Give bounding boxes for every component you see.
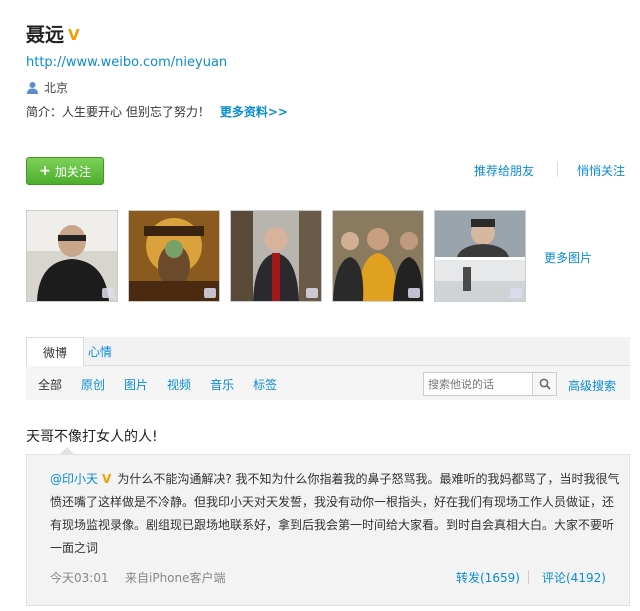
location: 北京 — [26, 79, 68, 96]
post-source: 来自iPhone客户端 — [125, 571, 226, 585]
repost-content: @印小天 V 为什么不能沟通解决? 我不知为什么你指着我的鼻子怒骂我。最难听的我妈都… — [50, 468, 620, 560]
profile-name: 聂远 V — [26, 20, 80, 47]
repost-text: 为什么不能沟通解决? 我不知为什么你指着我的鼻子怒骂我。最难听的我妈都骂了，当时… — [50, 472, 620, 555]
recommend-link[interactable]: 推荐给朋友 — [474, 162, 534, 179]
filter-music[interactable]: 音乐 — [210, 376, 234, 393]
filter-tags[interactable]: 标签 — [253, 376, 277, 393]
filter-video[interactable]: 视频 — [167, 376, 191, 393]
photo-thumb-5[interactable] — [434, 210, 526, 302]
more-info-link[interactable]: 更多资料>> — [220, 105, 288, 119]
profile-name-text: 聂远 — [26, 24, 65, 46]
divider — [528, 570, 529, 584]
photo-corner-icon — [510, 288, 522, 298]
plus-icon: + — [39, 163, 51, 179]
photo-thumb-1[interactable] — [26, 210, 118, 302]
forward-link[interactable]: 转发(1659) — [456, 569, 520, 586]
follow-button[interactable]: + 加关注 — [26, 157, 104, 185]
search-input[interactable] — [424, 373, 532, 395]
photo-thumb-4[interactable] — [332, 210, 424, 302]
repost-arrow — [60, 447, 74, 454]
tab-mood[interactable]: 心情 — [88, 343, 112, 360]
advanced-search-link[interactable]: 高级搜索 — [568, 377, 616, 394]
tab-weibo[interactable]: 微博 — [26, 337, 84, 367]
photo-thumb-3[interactable] — [230, 210, 322, 302]
follow-label: 加关注 — [54, 164, 91, 179]
intro-text: 人生要开心 但别忘了努力！ — [62, 105, 210, 119]
filter-all[interactable]: 全部 — [38, 376, 62, 393]
search-box — [423, 372, 557, 396]
filter-list: 全部 原创 图片 视频 音乐 标签 — [38, 376, 277, 393]
photo-strip — [26, 210, 526, 302]
location-text: 北京 — [44, 81, 69, 95]
filter-pictures[interactable]: 图片 — [124, 376, 148, 393]
user-location-icon — [27, 81, 38, 94]
divider — [557, 162, 558, 177]
photo-corner-icon — [306, 288, 318, 298]
filter-original[interactable]: 原创 — [81, 376, 105, 393]
search-icon — [539, 378, 551, 390]
quiet-follow-link[interactable]: 悄悄关注 — [577, 162, 625, 179]
profile-url-link[interactable]: http://www.weibo.com/nieyuan — [26, 55, 227, 70]
search-button[interactable] — [532, 373, 556, 395]
verified-icon: V — [102, 472, 112, 486]
photo-thumb-2[interactable] — [128, 210, 220, 302]
post-time[interactable]: 今天03:01 — [50, 569, 109, 586]
profile-intro: 简介：人生要开心 但别忘了努力！ 更多资料>> — [26, 103, 288, 120]
post-text: 天哥不像打女人的人! — [26, 429, 158, 445]
photo-corner-icon — [204, 288, 216, 298]
photo-corner-icon — [102, 288, 114, 298]
tab-bar — [26, 337, 630, 366]
repost-author-link[interactable]: @印小天 — [50, 472, 98, 486]
comment-link[interactable]: 评论(4192) — [542, 569, 606, 586]
verified-icon: V — [68, 26, 80, 44]
more-photos-link[interactable]: 更多图片 — [544, 249, 592, 266]
intro-label: 简介： — [26, 105, 63, 119]
photo-corner-icon — [408, 288, 420, 298]
